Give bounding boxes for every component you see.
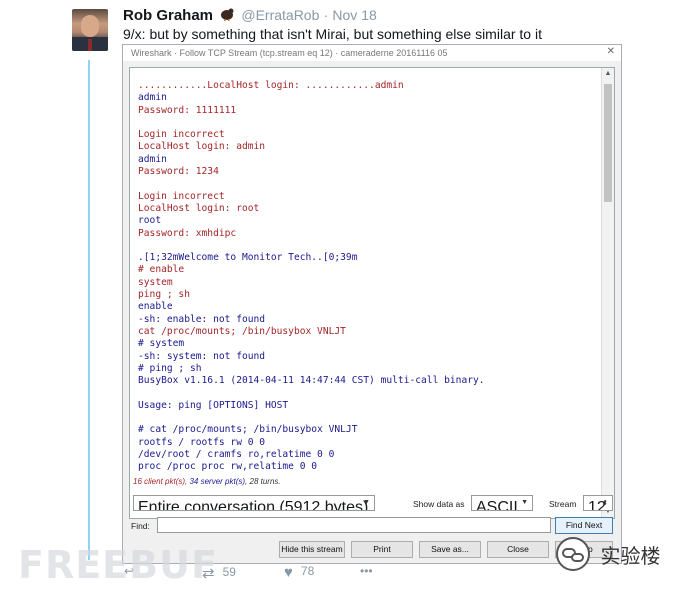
client-packets: 16 client pkt(s), bbox=[133, 477, 188, 486]
retweet-count: 59 bbox=[222, 565, 236, 579]
vertical-scrollbar[interactable]: ▲ ▼ bbox=[601, 68, 614, 518]
stream-line: LocalHost login: root bbox=[138, 202, 260, 214]
stream-line: cat /proc/mounts; /bin/busybox VNLJT bbox=[138, 325, 346, 337]
save-as-button[interactable]: Save as... bbox=[419, 541, 481, 558]
scroll-up-icon[interactable]: ▲ bbox=[602, 68, 614, 80]
stream-lines: ............LocalHost login: ...........… bbox=[138, 80, 485, 474]
more-icon[interactable]: ••• bbox=[360, 564, 373, 578]
freebuf-watermark: FREEBUF bbox=[18, 543, 218, 587]
stream-line: admin bbox=[138, 92, 167, 104]
separator: · bbox=[323, 7, 329, 23]
stream-line: system bbox=[138, 276, 173, 288]
heart-icon: ♥ bbox=[284, 564, 293, 581]
stream-line: enable bbox=[138, 301, 173, 313]
stream-line: LocalHost login: admin bbox=[138, 141, 266, 153]
stream-line: /dev/root / cramfs ro,relatime 0 0 bbox=[138, 448, 335, 460]
server-packets: 34 server pkt(s), bbox=[189, 477, 248, 486]
stream-line bbox=[138, 412, 485, 424]
stream-line bbox=[138, 240, 485, 252]
close-button[interactable]: Close bbox=[487, 541, 549, 558]
like-action[interactable]: ♥ 78 bbox=[284, 564, 314, 581]
author-name[interactable]: Rob Graham bbox=[123, 7, 213, 24]
stream-line: Password: xmhdipc bbox=[138, 227, 237, 239]
conversation-select-value: Entire conversation (5912 bytes) bbox=[138, 499, 369, 511]
author-handle[interactable]: @ErrataRob bbox=[241, 7, 319, 23]
avatar-tie bbox=[88, 39, 92, 51]
stream-line: Password: 1234 bbox=[138, 166, 219, 178]
stream-line: proc /proc proc rw,relatime 0 0 bbox=[138, 461, 318, 473]
stream-spinbox[interactable]: 12 ⬍ bbox=[583, 495, 613, 511]
wireshark-window: Wireshark · Follow TCP Stream (tcp.strea… bbox=[122, 44, 622, 564]
stream-line: Usage: ping [OPTIONS] HOST bbox=[138, 399, 289, 411]
turkey-emoji-icon bbox=[219, 7, 235, 21]
author-avatar[interactable] bbox=[72, 9, 108, 51]
hide-stream-button[interactable]: Hide this stream bbox=[279, 541, 345, 558]
stream-line: .[1;32mWelcome to Monitor Tech..[0;39m bbox=[138, 252, 358, 264]
stream-line: # ping ; sh bbox=[138, 362, 202, 374]
stream-line: Password: 1111111 bbox=[138, 104, 237, 116]
shiyanlou-watermark: 实验楼 bbox=[556, 537, 660, 571]
turns-count: 28 turns. bbox=[249, 477, 281, 486]
window-title: Wireshark · Follow TCP Stream (tcp.strea… bbox=[123, 45, 621, 61]
tcp-stream-view[interactable]: ............LocalHost login: ...........… bbox=[129, 67, 615, 519]
find-input[interactable] bbox=[157, 517, 551, 533]
dropdown-arrow-icon: ▼ bbox=[521, 499, 528, 506]
stream-line: Login incorrect bbox=[138, 190, 225, 202]
show-data-select[interactable]: ASCII ▼ bbox=[471, 495, 533, 511]
spin-arrows-icon[interactable]: ⬍ bbox=[602, 499, 608, 507]
stream-label: Stream bbox=[549, 499, 577, 509]
thread-line bbox=[88, 60, 90, 560]
show-data-label: Show data as bbox=[413, 499, 465, 509]
stream-line bbox=[138, 387, 485, 399]
stream-line: # enable bbox=[138, 264, 185, 276]
find-label: Find: bbox=[131, 521, 150, 531]
stream-line: rootfs / rootfs rw 0 0 bbox=[138, 436, 266, 448]
stream-line: -sh: enable: not found bbox=[138, 313, 266, 325]
conversation-select[interactable]: Entire conversation (5912 bytes) ▼ bbox=[133, 495, 375, 511]
stream-line: ping ; sh bbox=[138, 289, 190, 301]
dropdown-arrow-icon: ▼ bbox=[363, 499, 370, 506]
stream-line bbox=[138, 178, 485, 190]
stream-line: Login incorrect bbox=[138, 129, 225, 141]
stream-line: # system bbox=[138, 338, 185, 350]
find-next-button[interactable]: Find Next bbox=[555, 517, 613, 534]
show-data-value: ASCII bbox=[476, 499, 518, 511]
print-button[interactable]: Print bbox=[351, 541, 413, 558]
shiyanlou-text: 实验楼 bbox=[600, 545, 661, 568]
tweet-text: 9/x: but by something that isn't Mirai, … bbox=[123, 26, 542, 42]
packet-stats: 16 client pkt(s), 34 server pkt(s), 28 t… bbox=[133, 477, 281, 486]
close-icon[interactable]: ✕ bbox=[607, 46, 615, 57]
stream-line: ............LocalHost login: ...........… bbox=[138, 80, 404, 91]
like-count: 78 bbox=[300, 564, 315, 578]
stream-line bbox=[138, 117, 485, 129]
avatar-face bbox=[81, 15, 99, 37]
wechat-icon bbox=[556, 537, 590, 571]
stream-line: -sh: system: not found bbox=[138, 350, 266, 362]
stream-line: admin bbox=[138, 153, 167, 165]
stream-line: root bbox=[138, 215, 162, 227]
tweet-date[interactable]: Nov 18 bbox=[332, 7, 376, 23]
scroll-thumb[interactable] bbox=[604, 84, 612, 202]
stream-line: BusyBox v1.16.1 (2014-04-11 14:47:44 CST… bbox=[138, 375, 485, 387]
tweet-header: Rob Graham @ErrataRob · Nov 18 bbox=[123, 7, 377, 24]
stream-line: # cat /proc/mounts; /bin/busybox VNLJT bbox=[138, 424, 358, 436]
